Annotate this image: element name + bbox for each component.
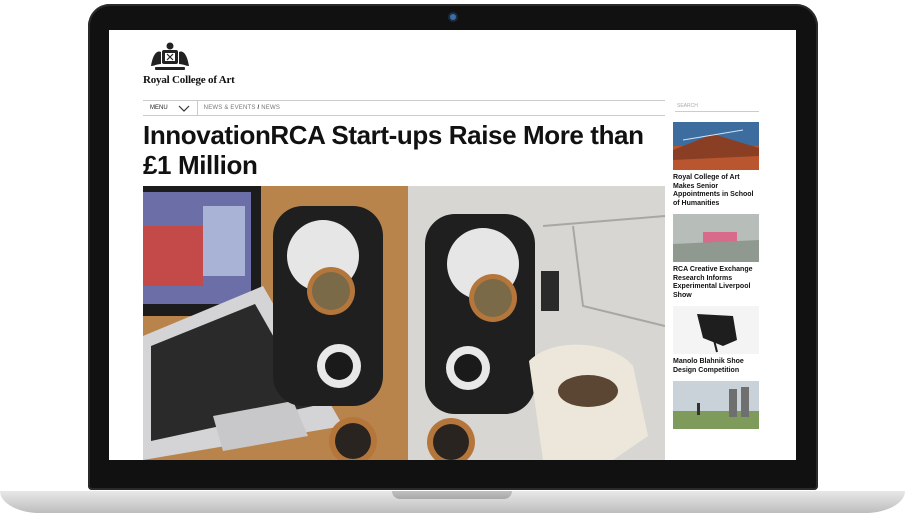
news-link[interactable]: Royal College of Art Makes Senior Appoin… (673, 174, 759, 208)
news-thumbnail (673, 214, 759, 262)
news-thumbnail (673, 306, 759, 354)
search-input[interactable]: SEARCH (675, 100, 759, 112)
menu-label: MENU (150, 105, 168, 111)
breadcrumb-news-events[interactable]: NEWS & EVENTS (204, 105, 256, 111)
chevron-down-icon (178, 105, 190, 112)
breadcrumb-news[interactable]: NEWS (261, 105, 280, 111)
crest-icon (151, 42, 189, 70)
article-title: InnovationRCA Start-ups Raise More than … (143, 120, 644, 180)
camera-icon (450, 14, 456, 20)
sidebar-related-news: Royal College of Art Makes Senior Appoin… (673, 122, 759, 435)
list-item[interactable]: Royal College of Art Makes Senior Appoin… (673, 122, 759, 208)
list-item[interactable] (673, 381, 759, 429)
search-placeholder: SEARCH (677, 102, 698, 109)
site-name: Royal College of Art (143, 74, 235, 86)
news-thumbnail (673, 381, 759, 429)
nav-bar: MENU NEWS & EVENTS / NEWS (143, 100, 665, 116)
list-item[interactable]: Manolo Blahnik Shoe Design Competition (673, 306, 759, 375)
breadcrumb-separator: / (257, 105, 260, 111)
laptop-base-notch (392, 491, 512, 499)
hero-image (143, 186, 665, 460)
hero-photo-illustration (143, 186, 665, 460)
news-thumbnail (673, 122, 759, 170)
news-link[interactable]: Manolo Blahnik Shoe Design Competition (673, 358, 759, 375)
site-logo[interactable]: Royal College of Art (143, 42, 253, 86)
menu-button[interactable]: MENU (143, 101, 198, 115)
news-link[interactable]: RCA Creative Exchange Research Informs E… (673, 266, 759, 300)
list-item[interactable]: RCA Creative Exchange Research Informs E… (673, 214, 759, 300)
breadcrumb: NEWS & EVENTS / NEWS (198, 105, 280, 111)
browser-screen: Royal College of Art MENU NEWS & EVENTS … (109, 30, 796, 460)
